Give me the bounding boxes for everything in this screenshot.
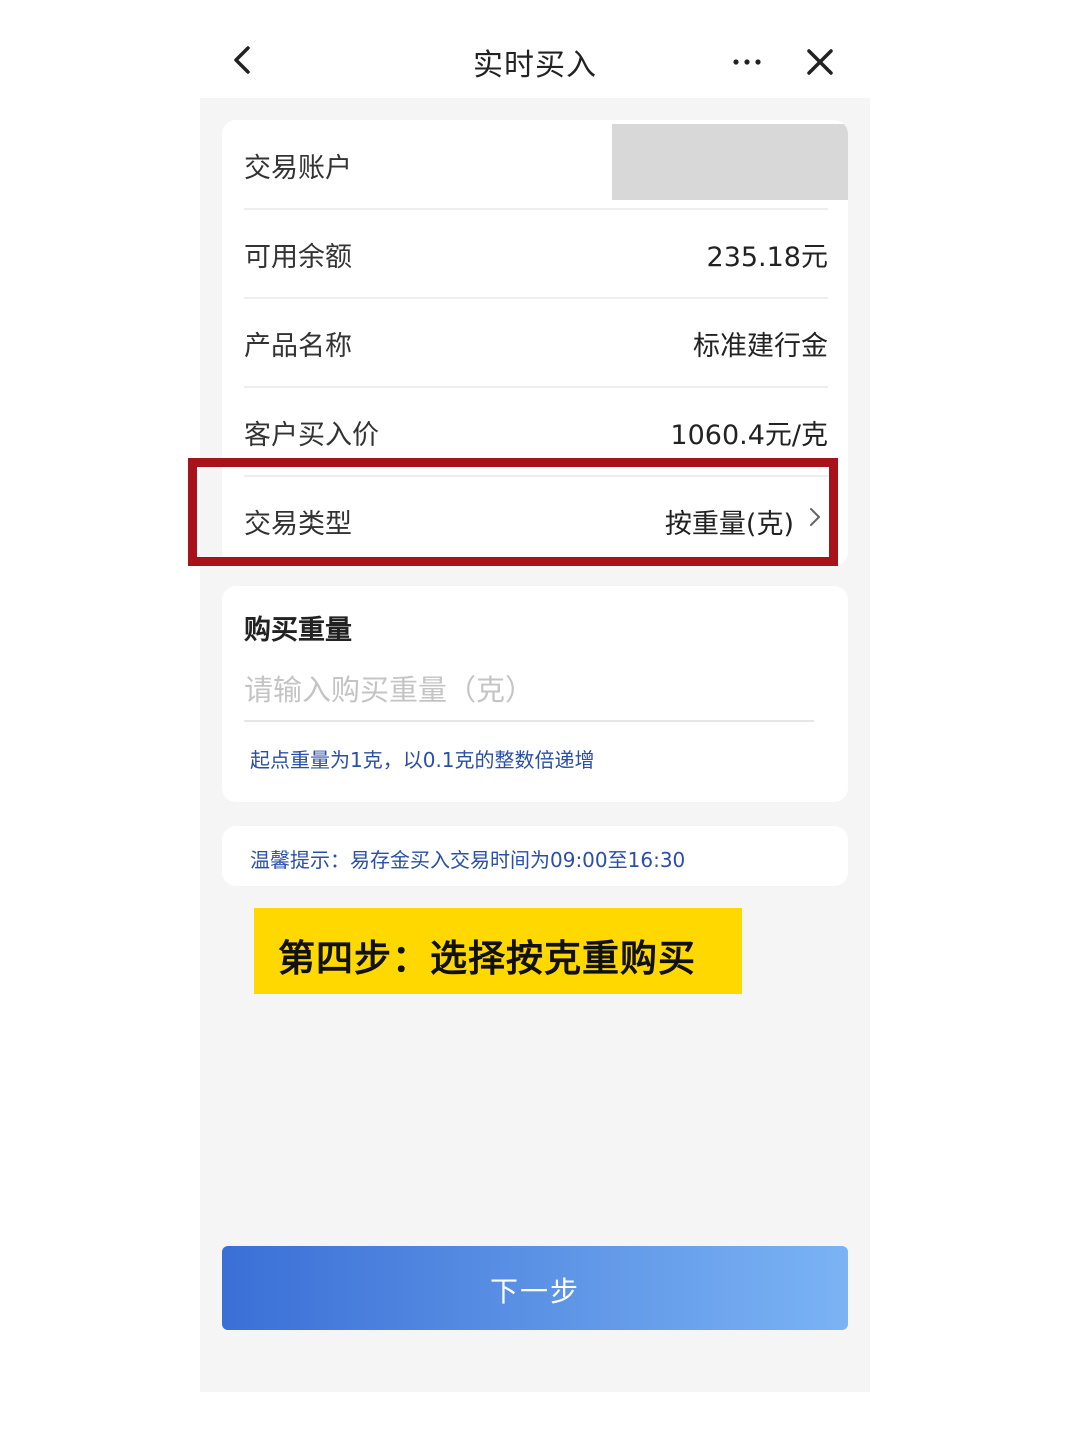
next-button[interactable]: 下一步 [222, 1246, 848, 1330]
tip-card: 温馨提示：易存金买入交易时间为09:00至16:30 [222, 826, 848, 886]
top-bar: 实时买入 [200, 20, 870, 100]
page-title: 实时买入 [473, 48, 597, 83]
balance-label: 可用余额 [244, 242, 352, 273]
product-value: 标准建行金 [693, 331, 828, 362]
trade-type-value: 按重量(克) [664, 509, 794, 540]
step-banner: 第四步：选择按克重购买 [254, 908, 742, 994]
page: 实时买入 交易账户 可用余额 235.18元 产品名称 标准建行金 客户买入价 … [0, 0, 1080, 1440]
more-button[interactable] [728, 42, 768, 78]
trade-info-card: 交易账户 可用余额 235.18元 产品名称 标准建行金 客户买入价 1060.… [222, 120, 848, 566]
product-row: 产品名称 标准建行金 [244, 298, 828, 388]
weight-input[interactable] [244, 660, 814, 722]
step-text: 第四步：选择按克重购买 [278, 937, 696, 980]
account-redacted [612, 124, 848, 200]
more-dots-icon [733, 59, 761, 65]
product-label: 产品名称 [244, 331, 352, 362]
price-label: 客户买入价 [244, 420, 379, 451]
account-label: 交易账户 [244, 153, 352, 184]
price-row: 客户买入价 1060.4元/克 [244, 387, 828, 477]
price-value: 1060.4元/克 [670, 420, 828, 451]
tip-text: 温馨提示：易存金买入交易时间为09:00至16:30 [250, 848, 686, 872]
next-button-label: 下一步 [489, 1275, 580, 1308]
weight-hint: 起点重量为1克，以0.1克的整数倍递增 [250, 748, 595, 772]
balance-row: 可用余额 235.18元 [244, 209, 828, 299]
trade-type-label: 交易类型 [244, 509, 352, 540]
close-button[interactable] [800, 42, 840, 82]
content-area: 交易账户 可用余额 235.18元 产品名称 标准建行金 客户买入价 1060.… [188, 98, 870, 1392]
balance-value: 235.18元 [706, 242, 828, 273]
weight-card: 购买重量 起点重量为1克，以0.1克的整数倍递增 [222, 586, 848, 802]
chevron-right-icon [810, 508, 820, 526]
trade-type-row[interactable]: 交易类型 按重量(克) [244, 476, 828, 564]
close-icon [807, 49, 833, 75]
weight-title: 购买重量 [244, 615, 352, 646]
